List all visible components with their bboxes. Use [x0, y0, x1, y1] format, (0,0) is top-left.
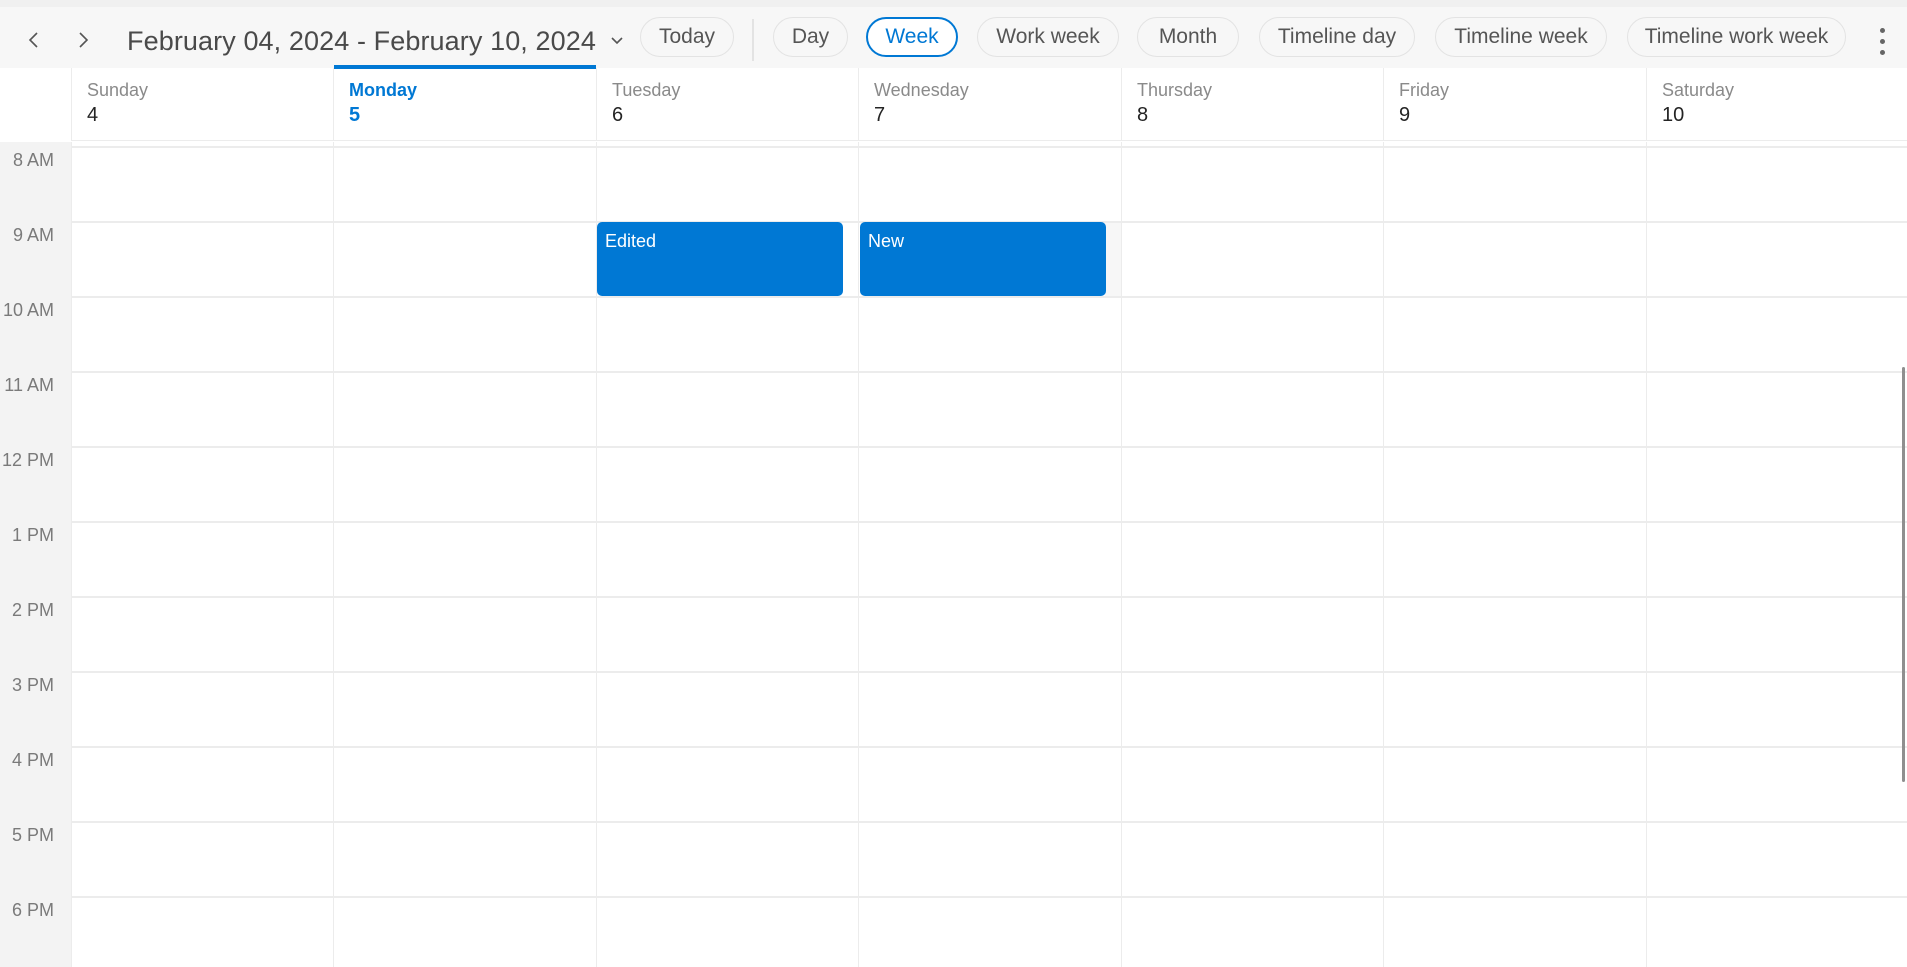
day-column-saturday[interactable] — [1647, 142, 1907, 967]
time-label: 6 PM — [11, 900, 54, 920]
day-header-monday[interactable]: Monday 5 — [334, 65, 597, 141]
view-day-button[interactable]: Day — [773, 17, 848, 57]
day-header-tuesday[interactable]: Tuesday 6 — [597, 68, 859, 141]
day-column-sunday[interactable] — [72, 142, 334, 967]
day-column-thursday[interactable] — [1122, 142, 1384, 967]
date-range-picker[interactable]: February 04, 2024 - February 10, 2024 — [127, 23, 624, 59]
hour-line — [72, 446, 1907, 448]
day-number: 4 — [87, 104, 99, 126]
previous-button[interactable] — [19, 25, 49, 55]
more-dot — [1879, 38, 1885, 44]
vertical-scrollbar[interactable] — [1902, 367, 1905, 782]
day-name: Monday — [349, 80, 418, 100]
time-label: 8 AM — [12, 150, 54, 170]
more-options-button[interactable] — [1870, 23, 1894, 59]
day-number: 7 — [874, 104, 886, 126]
day-column-friday[interactable] — [1384, 142, 1647, 967]
hour-line — [72, 746, 1907, 748]
hour-line — [72, 371, 1907, 373]
time-label: 1 PM — [11, 525, 54, 545]
calendar-toolbar: February 04, 2024 - February 10, 2024 To… — [0, 0, 1907, 68]
hour-line — [72, 896, 1907, 898]
view-timeline-week-button[interactable]: Timeline week — [1435, 17, 1607, 57]
day-header-sunday[interactable]: Sunday 4 — [72, 68, 334, 141]
hour-line — [72, 296, 1907, 298]
time-label: 4 PM — [11, 750, 54, 770]
time-label: 9 AM — [12, 225, 54, 245]
next-button[interactable] — [68, 25, 98, 55]
view-work-week-button[interactable]: Work week — [977, 17, 1119, 57]
hour-line — [72, 821, 1907, 823]
day-name: Thursday — [1137, 80, 1213, 100]
time-label: 3 PM — [11, 675, 54, 695]
day-header-thursday[interactable]: Thursday 8 — [1122, 68, 1384, 141]
day-number: 10 — [1662, 104, 1685, 126]
header-gutter — [0, 68, 72, 141]
view-timeline-day-button[interactable]: Timeline day — [1259, 17, 1415, 57]
day-name: Saturday — [1662, 80, 1735, 100]
time-label: 12 PM — [1, 450, 54, 470]
date-range-text: February 04, 2024 - February 10, 2024 — [127, 25, 596, 56]
day-name: Friday — [1399, 80, 1450, 100]
hour-line — [72, 596, 1907, 598]
day-number: 9 — [1399, 104, 1411, 126]
day-name: Sunday — [87, 80, 149, 100]
toolbar-divider — [752, 19, 754, 61]
view-timeline-work-week-button[interactable]: Timeline work week — [1627, 17, 1846, 57]
hour-line — [72, 146, 1907, 148]
time-label: 2 PM — [11, 600, 54, 620]
chevron-right-icon — [79, 32, 89, 48]
hour-line — [72, 521, 1907, 523]
day-number: 6 — [612, 104, 624, 126]
day-header-saturday[interactable]: Saturday 10 — [1647, 68, 1907, 141]
event-title: Edited — [605, 231, 657, 251]
day-name: Tuesday — [612, 80, 681, 100]
time-gutter: 8 AM 9 AM 10 AM 11 AM 12 PM 1 PM 2 PM 3 … — [0, 142, 72, 967]
time-label: 5 PM — [11, 825, 54, 845]
more-vertical-icon — [1879, 27, 1885, 33]
day-header-wednesday[interactable]: Wednesday 7 — [859, 68, 1122, 141]
event-title: New — [868, 231, 905, 251]
day-column-monday[interactable] — [334, 142, 597, 967]
time-label: 11 AM — [4, 375, 54, 395]
day-number: 8 — [1137, 104, 1149, 126]
day-name: Wednesday — [874, 80, 969, 100]
time-grid[interactable]: 8 AM 9 AM 10 AM 11 AM 12 PM 1 PM 2 PM 3 … — [0, 142, 1907, 967]
view-week-button[interactable]: Week — [866, 17, 958, 57]
view-month-button[interactable]: Month — [1137, 17, 1239, 57]
chevron-down-icon — [611, 37, 623, 45]
hour-line — [72, 671, 1907, 673]
day-header-friday[interactable]: Friday 9 — [1384, 68, 1647, 141]
more-dot — [1879, 49, 1885, 55]
event-edited[interactable]: Edited — [597, 222, 843, 296]
time-label: 10 AM — [2, 300, 54, 320]
today-button[interactable]: Today — [640, 17, 734, 57]
week-header: Sunday 4 Monday 5 Tuesday 6 Wednesday 7 … — [0, 65, 1907, 141]
day-number: 5 — [349, 104, 361, 126]
chevron-left-icon — [28, 32, 38, 48]
event-new[interactable]: New — [860, 222, 1106, 296]
